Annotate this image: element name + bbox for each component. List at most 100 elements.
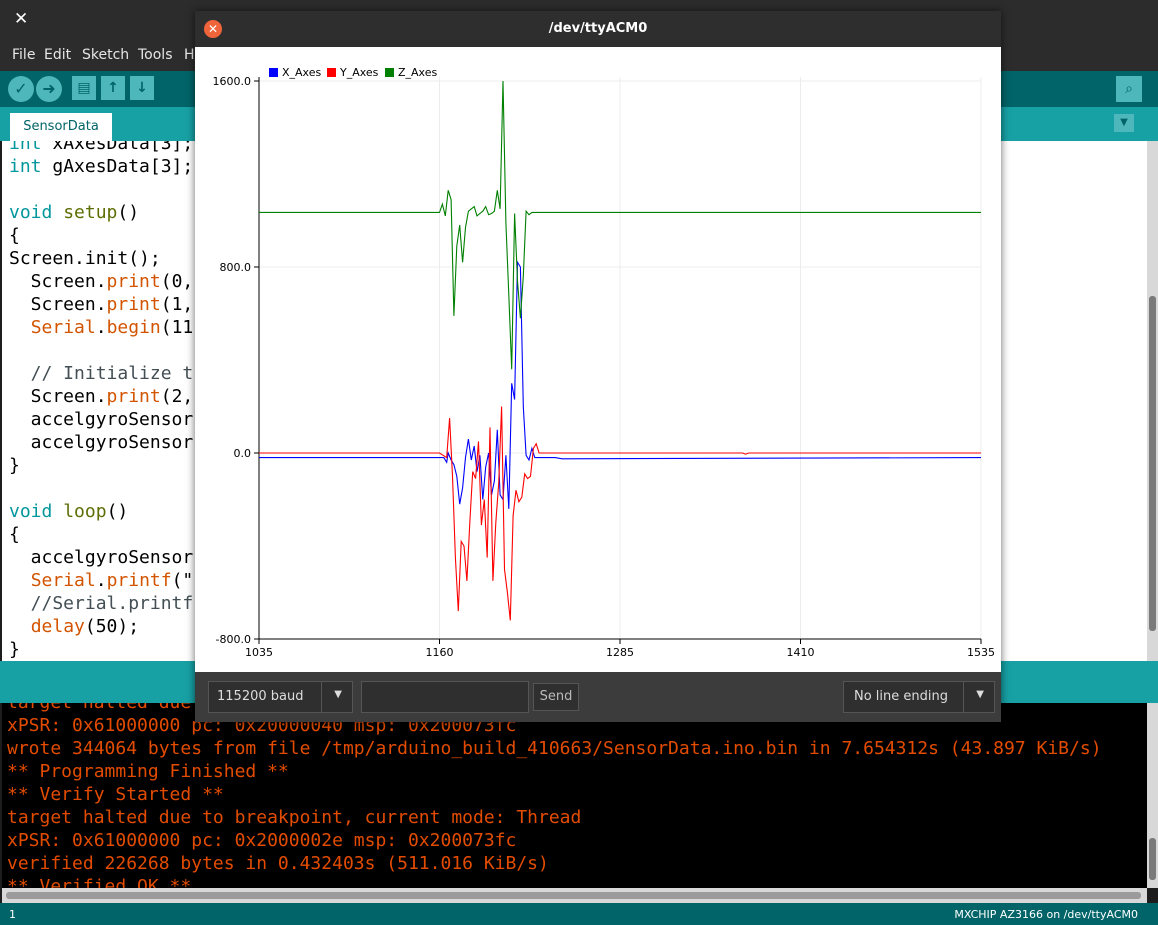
console-line: ** Programming Finished ** bbox=[7, 761, 289, 782]
verify-button[interactable]: ✓ bbox=[8, 76, 34, 102]
code-line: { bbox=[9, 523, 20, 546]
line-ending-select[interactable]: No line ending ▼ bbox=[843, 681, 995, 713]
plotter-titlebar: ✕ /dev/ttyACM0 bbox=[195, 11, 1001, 47]
x-tick-label: 1285 bbox=[606, 646, 634, 659]
code-token: (11 bbox=[160, 317, 194, 338]
code-token: gAxesData[3]; bbox=[41, 156, 194, 177]
code-token: void bbox=[9, 202, 53, 223]
code-token: delay bbox=[30, 616, 85, 637]
output-console: target halted due to breakpoint, current… bbox=[2, 703, 1147, 888]
code-token: setup bbox=[63, 202, 118, 223]
chevron-down-icon: ▼ bbox=[334, 689, 342, 700]
tab-sensordata[interactable]: SensorData bbox=[10, 113, 112, 141]
x-tick-label: 1535 bbox=[967, 646, 995, 659]
code-token: int bbox=[9, 141, 42, 154]
upload-button[interactable]: ➜ bbox=[36, 76, 62, 102]
code-token: printf bbox=[106, 570, 172, 591]
plotter-title: /dev/ttyACM0 bbox=[548, 21, 648, 36]
select-separator bbox=[963, 682, 964, 712]
plot-area: 1035 1160 1285 1410 1535 1600.0 800.0 0.0 -800.0… bbox=[195, 47, 1001, 672]
code-line: void setup() bbox=[9, 201, 139, 224]
code-token: void bbox=[9, 501, 53, 522]
code-token: () bbox=[117, 202, 140, 223]
code-token: } bbox=[9, 639, 20, 660]
code-line: delay(50); bbox=[9, 615, 139, 638]
code-line: { bbox=[9, 224, 20, 247]
code-token: { bbox=[9, 225, 20, 246]
code-token: print bbox=[106, 271, 161, 292]
console-horizontal-scrollbar[interactable] bbox=[2, 888, 1147, 903]
menu-file[interactable]: File bbox=[12, 47, 35, 63]
code-token: accelgyroSensor bbox=[9, 409, 194, 430]
console-line: ** Verified OK ** bbox=[7, 876, 192, 888]
board-port-status: MXCHIP AZ3166 on /dev/ttyACM0 bbox=[954, 908, 1138, 921]
code-token: } bbox=[9, 455, 20, 476]
legend-label-z_axes: Z_Axes bbox=[398, 66, 437, 79]
code-line: Screen.print(1, bbox=[9, 293, 194, 316]
code-token: Screen. bbox=[9, 271, 107, 292]
chevron-down-icon: ▼ bbox=[976, 689, 984, 700]
code-token: . bbox=[95, 570, 107, 591]
code-token: accelgyroSensor bbox=[9, 432, 194, 453]
status-bar: 1 MXCHIP AZ3166 on /dev/ttyACM0 bbox=[0, 903, 1158, 925]
code-line: } bbox=[9, 638, 20, 661]
console-line: verified 226268 bytes in 0.432403s (511.… bbox=[7, 853, 549, 874]
send-button[interactable]: Send bbox=[533, 683, 579, 711]
code-token: () bbox=[106, 501, 129, 522]
legend-swatch-x_axes bbox=[269, 68, 278, 77]
console-line: xPSR: 0x61000000 pc: 0x2000002e msp: 0x2… bbox=[7, 830, 517, 851]
open-sketch-button[interactable]: ↑ bbox=[101, 76, 125, 100]
console-line: ** Verify Started ** bbox=[7, 784, 224, 805]
tab-menu-button[interactable]: ▼ bbox=[1114, 114, 1134, 132]
code-line: //Serial.printf bbox=[9, 592, 194, 615]
legend-swatch-y_axes bbox=[327, 68, 336, 77]
code-token: loop bbox=[63, 501, 107, 522]
x-tick-label: 1160 bbox=[426, 646, 454, 659]
send-input[interactable] bbox=[361, 681, 529, 713]
y-tick-label: 1600.0 bbox=[213, 75, 252, 88]
code-line: accelgyroSensor bbox=[9, 546, 194, 569]
console-scrollbar[interactable] bbox=[1147, 703, 1158, 888]
console-scroll-thumb[interactable] bbox=[1149, 838, 1156, 880]
code-line: accelgyroSensor bbox=[9, 431, 194, 454]
code-token: Serial bbox=[30, 317, 96, 338]
code-token: (50); bbox=[84, 616, 140, 637]
code-token: //Serial.printf bbox=[9, 593, 194, 614]
editor-scroll-thumb[interactable] bbox=[1149, 296, 1156, 631]
new-sketch-button[interactable]: ▤ bbox=[72, 76, 96, 100]
serial-monitor-button[interactable]: ⌕ bbox=[1116, 76, 1142, 102]
menu-tools[interactable]: Tools bbox=[138, 47, 173, 63]
line-number: 1 bbox=[9, 908, 16, 921]
menu-edit[interactable]: Edit bbox=[44, 47, 71, 63]
code-token: Screen. bbox=[9, 294, 107, 315]
code-token: . bbox=[95, 317, 107, 338]
ide-close-button[interactable]: ✕ bbox=[14, 9, 28, 29]
legend-label-y_axes: Y_Axes bbox=[339, 66, 379, 79]
horizontal-scroll-thumb[interactable] bbox=[6, 892, 1141, 899]
x-tick-label: 1410 bbox=[787, 646, 815, 659]
code-line: } bbox=[9, 454, 20, 477]
console-line: target halted due to breakpoint, current… bbox=[7, 807, 582, 828]
code-token: Screen.init(); bbox=[9, 248, 161, 269]
code-token: // Initialize t bbox=[9, 363, 194, 384]
code-token: Screen. bbox=[9, 386, 107, 407]
menu-help[interactable]: H bbox=[184, 47, 195, 63]
line-chart: 1035 1160 1285 1410 1535 1600.0 800.0 0.0 -800.0… bbox=[213, 66, 996, 659]
code-line: // Initialize t bbox=[9, 362, 194, 385]
editor-scrollbar[interactable] bbox=[1147, 141, 1158, 661]
code-line: Serial.begin(11 bbox=[9, 316, 194, 339]
menu-sketch[interactable]: Sketch bbox=[82, 47, 129, 63]
select-separator bbox=[321, 682, 322, 712]
code-line: accelgyroSensor bbox=[9, 408, 194, 431]
serial-plotter-window: ✕ /dev/ttyACM0 1035 1160 1285 1410 1535 1600.… bbox=[195, 11, 1001, 722]
save-sketch-button[interactable]: ↓ bbox=[130, 76, 154, 100]
code-token: Serial bbox=[30, 570, 96, 591]
code-token: begin bbox=[106, 317, 161, 338]
code-token: (2, bbox=[160, 386, 194, 407]
code-token: xAxesData[3]; bbox=[41, 141, 194, 154]
baud-rate-select[interactable]: 115200 baud ▼ bbox=[208, 681, 353, 713]
plotter-controls: 115200 baud ▼ Send No line ending ▼ bbox=[195, 672, 1001, 722]
